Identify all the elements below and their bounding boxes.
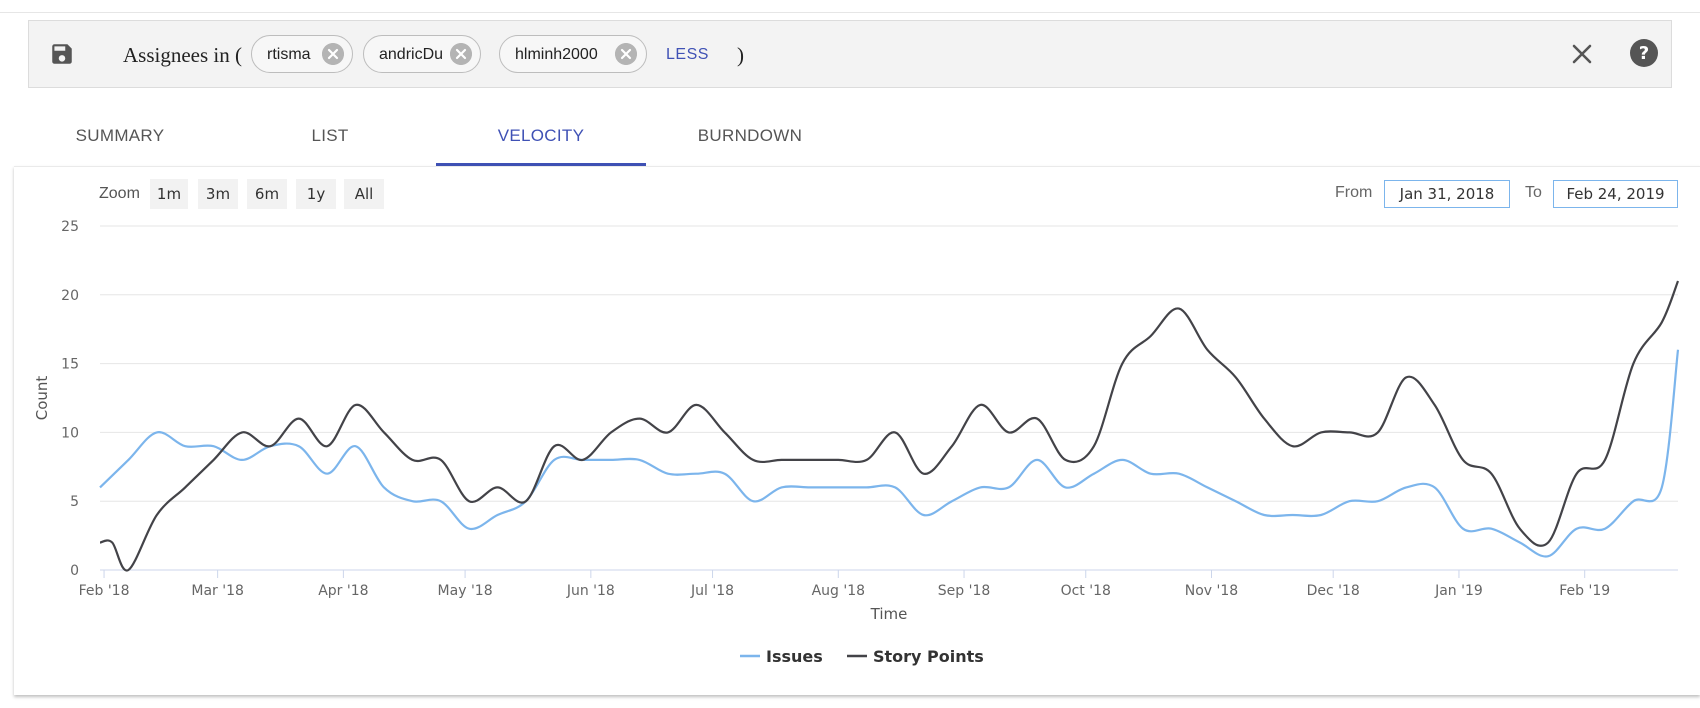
- zoom-1m-button[interactable]: 1m: [150, 179, 188, 209]
- velocity-chart: 0 5 10 15 20 25 Feb '18 Mar '18 Apr '18 May '18 Ju…: [33, 219, 1680, 666]
- y-tick-label: 0: [70, 563, 79, 579]
- x-tick-label: Oct '18: [1061, 583, 1111, 599]
- x-tick-label: Jul '18: [690, 583, 734, 599]
- x-tick-label: Jan '19: [1434, 583, 1483, 599]
- x-tick-label: Jun '18: [566, 583, 615, 599]
- y-tick-label: 15: [61, 357, 79, 373]
- from-date-input[interactable]: [1384, 180, 1510, 208]
- x-tick-label: Nov '18: [1185, 583, 1238, 599]
- to-label: To: [1525, 184, 1542, 201]
- zoom-6m-button[interactable]: 6m: [247, 179, 287, 209]
- y-tick-label: 20: [61, 288, 79, 304]
- to-date-input[interactable]: [1553, 180, 1678, 208]
- x-tick-label: Aug '18: [812, 583, 865, 599]
- y-tick-label: 25: [61, 219, 79, 235]
- y-tick-label: 5: [70, 494, 79, 510]
- y-axis-title: Count: [33, 376, 51, 421]
- x-tick-label: Dec '18: [1307, 583, 1360, 599]
- issues-legend-label: Issues: [766, 647, 823, 666]
- story-points-series-line: [99, 280, 1680, 572]
- x-tick-label: May '18: [438, 583, 493, 599]
- zoom-1y-button[interactable]: 1y: [296, 179, 336, 209]
- x-tick-label: Feb '19: [1559, 583, 1610, 599]
- from-label: From: [1335, 184, 1373, 201]
- zoom-label: Zoom: [99, 185, 140, 202]
- y-tick-label: 10: [61, 425, 79, 441]
- x-tick-label: Mar '18: [191, 583, 244, 599]
- story-points-legend-label: Story Points: [873, 647, 984, 666]
- x-tick-label: Apr '18: [318, 583, 368, 599]
- x-tick-label: Feb '18: [79, 583, 130, 599]
- zoom-all-button[interactable]: All: [344, 179, 384, 209]
- zoom-3m-button[interactable]: 3m: [198, 179, 238, 209]
- issues-series-line: [99, 349, 1680, 558]
- x-tick-label: Sep '18: [938, 583, 991, 599]
- x-axis-title: Time: [870, 605, 908, 623]
